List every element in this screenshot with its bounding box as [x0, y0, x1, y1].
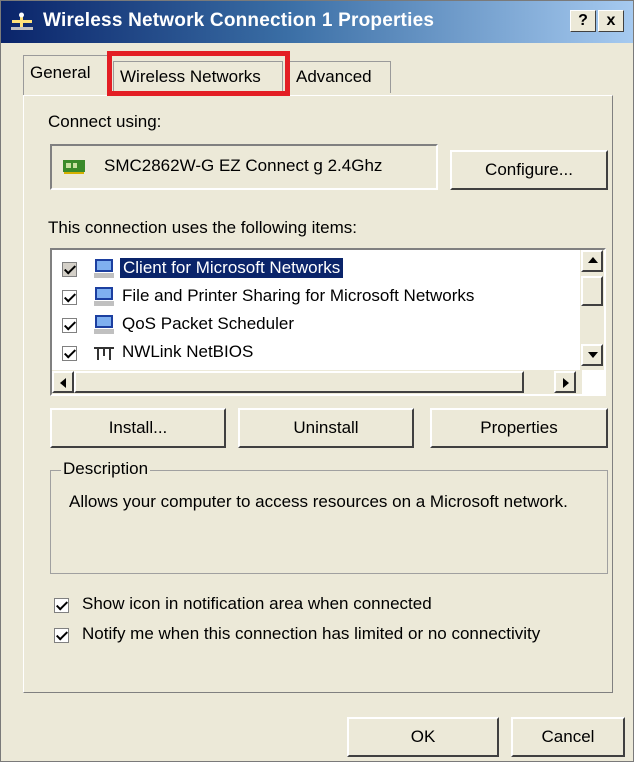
uninstall-button[interactable]: Uninstall — [238, 408, 414, 448]
items-label: This connection uses the following items… — [48, 218, 357, 237]
tab-advanced[interactable]: Advanced — [289, 61, 391, 93]
item-label: QoS Packet Scheduler — [122, 314, 294, 333]
connect-using-label: Connect using: — [48, 112, 162, 131]
item-checkbox[interactable] — [62, 346, 77, 361]
network-client-icon — [94, 259, 114, 278]
tab-general[interactable]: General — [23, 55, 111, 95]
item-checkbox[interactable] — [62, 262, 77, 277]
cancel-button[interactable]: Cancel — [511, 717, 625, 757]
properties-button[interactable]: Properties — [430, 408, 608, 448]
arrow-left-icon — [60, 378, 66, 388]
notify-option[interactable]: Notify me when this connection has limit… — [50, 624, 610, 648]
arrow-right-icon — [563, 378, 569, 388]
scroll-thumb-horizontal[interactable] — [74, 371, 524, 393]
scroll-down-button[interactable] — [581, 344, 603, 366]
close-button[interactable]: x — [598, 10, 624, 32]
notify-label: Notify me when this connection has limit… — [82, 624, 541, 643]
properties-dialog: Wireless Network Connection 1 Properties… — [0, 0, 634, 762]
tab-panel-general: Connect using: SMC2862W-G EZ Connect g 2… — [23, 95, 613, 693]
arrow-up-icon — [588, 257, 598, 263]
show-icon-checkbox[interactable] — [54, 598, 69, 613]
scroll-right-button[interactable] — [554, 371, 576, 393]
network-adapter-icon — [63, 160, 85, 174]
item-label: File and Printer Sharing for Microsoft N… — [122, 286, 475, 305]
item-label: Client for Microsoft Networks — [120, 258, 344, 278]
ok-button[interactable]: OK — [347, 717, 499, 757]
description-legend: Description — [61, 459, 151, 479]
notify-checkbox[interactable] — [54, 628, 69, 643]
scroll-left-button[interactable] — [52, 371, 74, 393]
title-bar[interactable]: Wireless Network Connection 1 Properties… — [1, 1, 633, 43]
adapter-name: SMC2862W-G EZ Connect g 2.4Ghz — [104, 156, 383, 175]
item-label: NWLink NetBIOS — [122, 342, 254, 361]
scroll-thumb[interactable] — [581, 276, 603, 306]
network-connection-icon — [11, 12, 33, 30]
configure-button[interactable]: Configure... — [450, 150, 608, 190]
item-checkbox[interactable] — [62, 318, 77, 333]
vertical-scrollbar[interactable] — [580, 250, 604, 370]
scroll-up-button[interactable] — [581, 250, 603, 272]
highlight-box — [107, 51, 290, 96]
show-icon-option[interactable]: Show icon in notification area when conn… — [50, 594, 610, 618]
install-button[interactable]: Install... — [50, 408, 226, 448]
show-icon-label: Show icon in notification area when conn… — [82, 594, 432, 613]
arrow-down-icon — [588, 352, 598, 358]
window-title: Wireless Network Connection 1 Properties — [43, 10, 435, 31]
horizontal-scrollbar[interactable] — [52, 370, 582, 394]
item-checkbox[interactable] — [62, 290, 77, 305]
description-text: Allows your computer to access resources… — [69, 492, 568, 511]
adapter-field: SMC2862W-G EZ Connect g 2.4Ghz — [50, 144, 438, 190]
network-service-icon — [94, 287, 114, 306]
description-group: Description Allows your computer to acce… — [50, 459, 608, 574]
help-button[interactable]: ? — [570, 10, 596, 32]
network-service-icon — [94, 315, 114, 334]
protocol-icon — [94, 347, 114, 360]
items-listbox[interactable]: Client for Microsoft Networks File and P… — [50, 248, 606, 396]
